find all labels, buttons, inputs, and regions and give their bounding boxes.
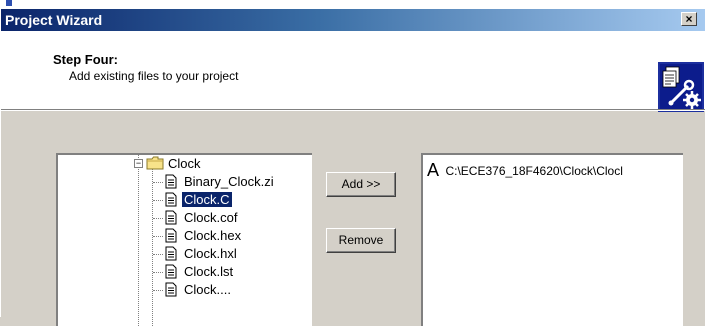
- list-item[interactable]: A C:\ECE376_18F4620\Clock\Clocl: [427, 160, 623, 181]
- tree-item-folder-clock[interactable]: − Clock: [58, 155, 312, 173]
- wizard-document-wrench-icon: [658, 62, 704, 112]
- file-icon: [165, 192, 177, 207]
- tree-item-label: Clock.cof: [184, 210, 238, 225]
- background-app-icon: [6, 0, 12, 6]
- tree-item-file[interactable]: Clock.hex: [58, 227, 312, 245]
- collapse-icon[interactable]: −: [134, 159, 143, 168]
- tree-item-label: Binary_Clock.zi: [184, 174, 274, 189]
- tree-connector-line: [153, 290, 163, 291]
- tree-item-label: Clock.lst: [184, 264, 234, 279]
- file-icon: [165, 264, 177, 279]
- tree-connector-line: [153, 236, 163, 237]
- step-title: Step Four:: [53, 52, 118, 67]
- file-icon: [165, 174, 177, 189]
- title-bar[interactable]: Project Wizard ×: [1, 9, 705, 31]
- tree-item-label: Clock.hex: [184, 228, 242, 243]
- tree-item-file[interactable]: Clock.cof: [58, 209, 312, 227]
- tree-connector-line: [153, 254, 163, 255]
- tree-item-file[interactable]: Clock.lst: [58, 263, 312, 281]
- project-wizard-dialog: Project Wizard × Step Four: Add existing…: [0, 9, 705, 326]
- add-button[interactable]: Add >>: [326, 172, 396, 197]
- tree-connector-line: [153, 272, 163, 273]
- tree-connector-line: [153, 200, 163, 201]
- folder-icon: [146, 156, 164, 170]
- file-icon: [165, 228, 177, 243]
- window-title: Project Wizard: [5, 12, 103, 28]
- tree-item-file[interactable]: Clock.hxl: [58, 245, 312, 263]
- tree-item-label: Clock....: [184, 282, 231, 297]
- file-icon: [165, 246, 177, 261]
- added-files-list[interactable]: A C:\ECE376_18F4620\Clock\Clocl: [421, 153, 683, 326]
- close-button[interactable]: ×: [681, 12, 697, 26]
- tree-connector-line: [153, 218, 163, 219]
- tree-item-label: Clock.hxl: [184, 246, 237, 261]
- tree-item-file[interactable]: Clock....: [58, 281, 312, 299]
- tree-item-label: Clock.C: [182, 192, 232, 207]
- remove-button[interactable]: Remove: [326, 228, 396, 253]
- file-path: C:\ECE376_18F4620\Clock\Clocl: [445, 163, 623, 178]
- step-subtitle: Add existing files to your project: [69, 69, 239, 83]
- file-icon: [165, 282, 177, 297]
- folder-tree-view[interactable]: − Clock Binary_Clock.zi Clock.C Clock.co…: [56, 153, 312, 326]
- wizard-header: Step Four: Add existing files to your pr…: [1, 31, 705, 112]
- header-separator-highlight: [1, 110, 705, 111]
- tree-item-file-selected[interactable]: Clock.C: [58, 191, 312, 209]
- tree-item-label: Clock: [168, 156, 201, 171]
- file-icon: [165, 210, 177, 225]
- close-icon: ×: [685, 12, 693, 26]
- file-type-letter: A: [427, 160, 440, 180]
- background-window-strip: [0, 0, 705, 9]
- tree-item-file[interactable]: Binary_Clock.zi: [58, 173, 312, 191]
- tree-connector-line: [153, 182, 163, 183]
